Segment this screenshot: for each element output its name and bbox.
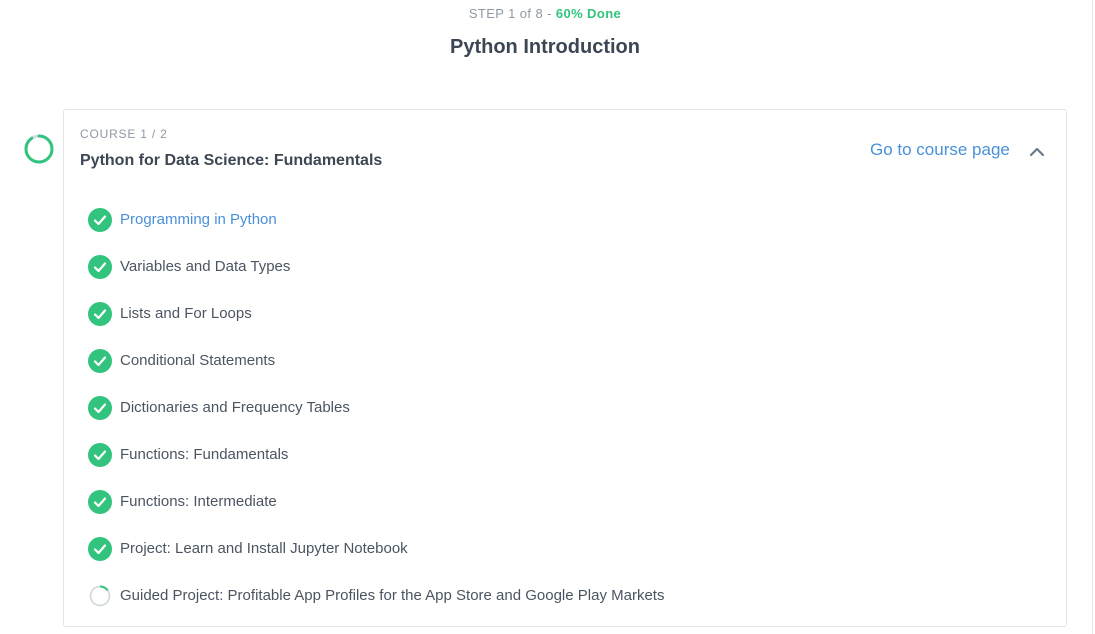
go-to-course-link[interactable]: Go to course page: [870, 140, 1010, 160]
lesson-item[interactable]: Dictionaries and Frequency Tables: [88, 384, 664, 431]
lesson-label: Dictionaries and Frequency Tables: [120, 399, 350, 416]
step-text: STEP 1 of 8 -: [468, 6, 556, 21]
check-circle-icon: [88, 301, 112, 326]
lesson-item[interactable]: Functions: Intermediate: [88, 478, 664, 525]
course-progress-ring-icon: [24, 134, 54, 164]
lesson-label: Lists and For Loops: [120, 305, 252, 322]
chevron-up-icon[interactable]: [1022, 140, 1052, 162]
lesson-item[interactable]: Lists and For Loops: [88, 290, 664, 337]
check-circle-icon: [88, 348, 112, 373]
lesson-item[interactable]: Programming in Python: [88, 196, 664, 243]
lesson-label: Project: Learn and Install Jupyter Noteb…: [120, 540, 408, 557]
step-indicator: STEP 1 of 8 - 60% Done: [0, 6, 1090, 21]
lesson-item[interactable]: Project: Learn and Install Jupyter Noteb…: [88, 525, 664, 572]
lesson-label: Variables and Data Types: [120, 258, 291, 275]
lesson-label: Functions: Intermediate: [120, 493, 277, 510]
scrollbar-edge: [1092, 0, 1093, 634]
lesson-label: Programming in Python: [120, 211, 277, 228]
check-circle-icon: [88, 536, 112, 561]
check-circle-icon: [88, 254, 112, 279]
check-circle-icon: [88, 489, 112, 514]
progress-percent: 60% Done: [555, 6, 622, 21]
check-circle-icon: [88, 395, 112, 420]
lesson-item[interactable]: Conditional Statements: [88, 337, 664, 384]
course-card: COURSE 1 / 2 Python for Data Science: Fu…: [63, 109, 1067, 627]
progress-ring-icon: [89, 585, 111, 606]
lesson-label: Functions: Fundamentals: [120, 446, 289, 463]
check-circle-icon: [88, 442, 112, 467]
lesson-item[interactable]: Guided Project: Profitable App Profiles …: [88, 572, 664, 619]
lesson-label: Conditional Statements: [120, 352, 276, 369]
course-counter: COURSE 1 / 2: [80, 127, 168, 141]
lesson-item[interactable]: Functions: Fundamentals: [88, 431, 664, 478]
lesson-label: Guided Project: Profitable App Profiles …: [120, 587, 665, 604]
lesson-list: Programming in Python Variables and Data …: [88, 196, 664, 619]
course-title: Python for Data Science: Fundamentals: [80, 152, 383, 169]
lesson-item[interactable]: Variables and Data Types: [88, 243, 664, 290]
learning-path-page: STEP 1 of 8 - 60% Done Python Introducti…: [0, 0, 1095, 634]
page-title: Python Introduction: [450, 36, 640, 58]
check-circle-icon: [88, 207, 112, 232]
